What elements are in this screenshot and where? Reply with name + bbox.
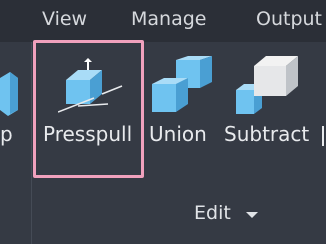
menu-bar: View Manage Output: [0, 0, 326, 42]
caret-down-icon[interactable]: [246, 212, 258, 218]
partial-right-edge: [322, 126, 324, 146]
union-label: Union: [149, 122, 207, 146]
partial-tool-icon[interactable]: [0, 70, 18, 118]
panel-divider: [31, 42, 32, 244]
partial-tool-label[interactable]: p: [0, 122, 13, 146]
presspull-highlight: [33, 40, 144, 178]
menu-view[interactable]: View: [42, 8, 87, 30]
union-icon: [152, 56, 212, 112]
subtract-icon: [236, 56, 298, 114]
menu-manage[interactable]: Manage: [131, 8, 206, 30]
subtract-label: Subtract: [224, 122, 310, 146]
menu-output[interactable]: Output: [256, 8, 322, 30]
panel-label-edit[interactable]: Edit: [194, 202, 231, 224]
